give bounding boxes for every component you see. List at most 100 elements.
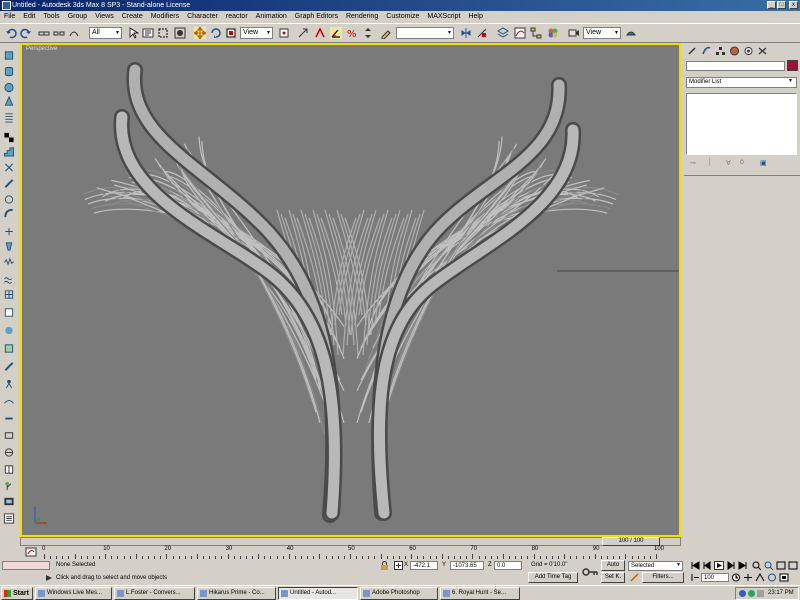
- percent-snap-icon[interactable]: %: [346, 27, 358, 39]
- time-slider-thumb[interactable]: 100 / 100: [602, 537, 660, 546]
- z-coordinate-field[interactable]: 0.0: [494, 561, 522, 570]
- zoom-extents-all-icon[interactable]: [788, 561, 798, 570]
- modifier-lattice-icon[interactable]: [3, 289, 15, 300]
- time-slider-track[interactable]: [20, 537, 681, 546]
- open-mini-curve-editor-icon[interactable]: [23, 546, 40, 558]
- modifier-ffd-icon[interactable]: [3, 307, 15, 318]
- menu-character[interactable]: Character: [183, 11, 222, 23]
- create-cylinder-icon[interactable]: [3, 66, 15, 77]
- maximize-viewport-icon[interactable]: [779, 573, 789, 582]
- menu-file[interactable]: File: [0, 11, 19, 23]
- menu-help[interactable]: Help: [464, 11, 486, 23]
- quick-render-icon[interactable]: [625, 27, 637, 39]
- menu-customize[interactable]: Customize: [382, 11, 423, 23]
- close-button[interactable]: x: [789, 1, 798, 9]
- menu-rendering[interactable]: Rendering: [342, 11, 382, 23]
- menu-animation[interactable]: Animation: [252, 11, 291, 23]
- select-and-scale-icon[interactable]: [225, 27, 237, 39]
- angle-snap-toggle-icon[interactable]: [330, 27, 342, 39]
- menu-maxscript[interactable]: MAXScript: [423, 11, 464, 23]
- arc-rotate-icon[interactable]: [767, 573, 777, 582]
- select-and-move-icon[interactable]: [194, 27, 206, 39]
- make-unique-icon[interactable]: ∀: [726, 159, 731, 167]
- named-selection-sets-dropdown[interactable]: [396, 27, 454, 39]
- key-filter-icon[interactable]: [630, 573, 639, 582]
- modifier-symmetry-icon[interactable]: [3, 464, 15, 475]
- zoom-extents-icon[interactable]: [776, 561, 786, 570]
- create-stairs-icon[interactable]: [3, 146, 15, 157]
- show-end-result-icon[interactable]: │: [708, 159, 712, 166]
- create-tab-icon[interactable]: [687, 46, 698, 56]
- next-frame-icon[interactable]: [726, 561, 736, 570]
- menu-edit[interactable]: Edit: [19, 11, 39, 23]
- curve-editor-icon[interactable]: [514, 27, 526, 39]
- modify-tab-icon[interactable]: [701, 46, 712, 56]
- mirror-icon[interactable]: [460, 27, 472, 39]
- time-configuration-icon[interactable]: [731, 573, 741, 582]
- spinner-snap-icon[interactable]: [362, 27, 374, 39]
- pan-view-icon[interactable]: [743, 573, 753, 582]
- create-spring-icon[interactable]: [3, 112, 15, 123]
- taskbar-item-photoshop[interactable]: Adobe Photoshop: [360, 587, 438, 600]
- menu-group[interactable]: Group: [64, 11, 91, 23]
- render-history-icon[interactable]: [3, 513, 15, 524]
- modifier-stack-list[interactable]: [686, 93, 797, 155]
- start-button[interactable]: Start: [1, 587, 33, 600]
- y-coordinate-field[interactable]: -1073.65: [450, 561, 484, 570]
- app-icon[interactable]: [2, 1, 11, 10]
- snaps-toggle-icon[interactable]: [314, 27, 326, 39]
- go-to-end-icon[interactable]: [738, 561, 748, 570]
- render-type-dropdown[interactable]: View: [583, 27, 621, 39]
- hierarchy-tab-icon[interactable]: [715, 46, 726, 56]
- create-shapes-icon[interactable]: [3, 178, 15, 189]
- pin-stack-icon[interactable]: ⊸: [690, 159, 696, 167]
- edit-named-selection-icon[interactable]: [380, 27, 392, 39]
- motion-tab-icon[interactable]: [729, 46, 740, 56]
- undo-icon[interactable]: [5, 27, 17, 39]
- taskbar-item-lfoster-conversation[interactable]: L.Foster - Convers...: [114, 587, 195, 600]
- select-object-icon[interactable]: [127, 27, 139, 39]
- zoom-all-icon[interactable]: [764, 561, 774, 570]
- clock[interactable]: 23:17 PM: [768, 588, 794, 599]
- modifier-taper-icon[interactable]: [3, 241, 15, 252]
- layer-manager-icon[interactable]: [497, 27, 509, 39]
- minimize-button[interactable]: _: [767, 1, 776, 9]
- selection-filter-dropdown[interactable]: All: [89, 27, 122, 39]
- create-door-icon[interactable]: [3, 162, 15, 173]
- modifier-list-dropdown[interactable]: Modifier List: [686, 77, 797, 88]
- create-cone-icon[interactable]: [3, 96, 15, 107]
- select-and-link-icon[interactable]: [38, 27, 50, 39]
- menu-create[interactable]: Create: [118, 11, 147, 23]
- maxscript-listener-mini[interactable]: [2, 561, 50, 570]
- current-frame-field[interactable]: 100: [701, 573, 729, 582]
- lock-selection-icon[interactable]: [380, 561, 389, 570]
- add-time-tag-button[interactable]: Add Time Tag: [528, 572, 578, 583]
- menu-graph-editors[interactable]: Graph Editors: [291, 11, 342, 23]
- modifier-meshsmooth-icon[interactable]: [3, 325, 15, 336]
- taskbar-item-royal-hunt[interactable]: 6. Royal Hunt - Se...: [440, 587, 520, 600]
- select-by-name-icon[interactable]: [142, 27, 154, 39]
- perspective-viewport[interactable]: Perspective: [20, 43, 681, 537]
- menu-reactor[interactable]: reactor: [222, 11, 252, 23]
- use-pivot-point-center-icon[interactable]: [278, 27, 290, 39]
- modifier-push-icon[interactable]: [3, 413, 15, 424]
- network-tray-icon[interactable]: [739, 590, 746, 597]
- object-color-swatch[interactable]: [787, 60, 798, 71]
- render-scene-dialog-icon[interactable]: [568, 27, 580, 39]
- utilities-tab-icon[interactable]: [757, 46, 768, 56]
- set-key-button[interactable]: Set K.: [601, 572, 625, 583]
- play-icon[interactable]: [714, 561, 724, 570]
- create-box-icon[interactable]: [3, 50, 15, 61]
- modifier-shell-icon[interactable]: [3, 430, 15, 441]
- create-helper-icon[interactable]: [3, 194, 15, 205]
- unlink-selection-icon[interactable]: [53, 27, 65, 39]
- previous-frame-icon[interactable]: [702, 561, 712, 570]
- configure-modifier-sets-icon[interactable]: ▣: [760, 159, 767, 167]
- key-mode-toggle-icon[interactable]: [690, 573, 700, 582]
- auto-key-button[interactable]: Auto: [601, 560, 625, 571]
- display-tab-icon[interactable]: [743, 46, 754, 56]
- reference-coordinate-dropdown[interactable]: View: [240, 27, 273, 39]
- track-bar[interactable]: 0 10 20 30 40 50 60 70 80 90 100: [42, 546, 681, 559]
- key-filters-button[interactable]: Filters...: [642, 572, 684, 583]
- dropdown-arrow-icon[interactable]: ▼: [788, 78, 793, 84]
